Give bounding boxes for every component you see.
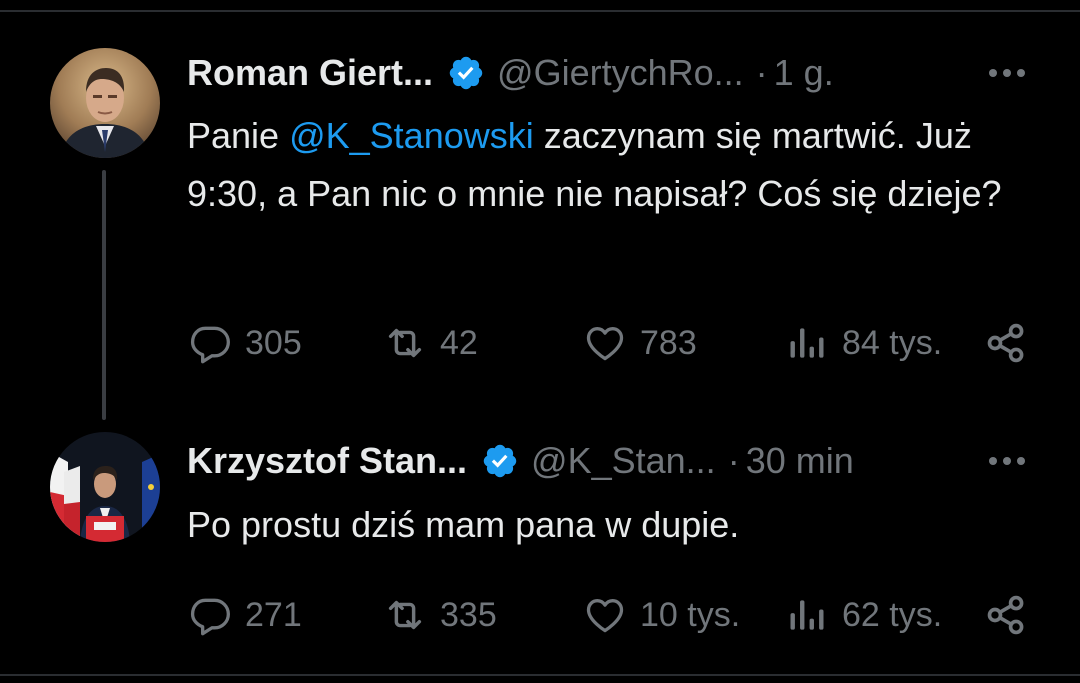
reply-button[interactable]: 305 — [187, 318, 302, 368]
reply-count: 271 — [245, 595, 302, 634]
tweet-actions-bar: 271 335 10 tys. 62 tys. — [187, 590, 1032, 640]
bottom-divider — [0, 674, 1080, 676]
mention-link[interactable]: @K_Stanowski — [289, 115, 534, 156]
avatar[interactable] — [50, 48, 160, 158]
author-name[interactable]: Roman Giert... — [187, 48, 433, 98]
timestamp[interactable]: 1 g. — [774, 48, 834, 98]
views-icon — [784, 592, 830, 638]
more-icon — [989, 69, 1025, 77]
separator-dot: · — [727, 440, 740, 481]
author-handle[interactable]: @GiertychRo... — [497, 48, 744, 98]
share-icon — [987, 595, 1024, 635]
tweet-text: Panie @K_Stanowski zaczynam się martwić.… — [187, 107, 1047, 223]
repost-count: 335 — [440, 595, 497, 634]
repost-icon — [382, 592, 428, 638]
timestamp[interactable]: 30 min — [746, 436, 854, 486]
tweet-text: Po prostu dziś mam pana w dupie. — [187, 504, 740, 545]
author-handle[interactable]: @K_Stan... — [531, 436, 716, 486]
views-icon — [784, 320, 830, 366]
reply-count: 305 — [245, 323, 302, 362]
repost-count: 42 — [440, 323, 478, 362]
reply-icon — [187, 592, 233, 638]
verified-badge-icon — [481, 442, 519, 480]
like-button[interactable]: 10 tys. — [582, 590, 740, 640]
tweet-actions-bar: 305 42 783 84 tys. — [187, 318, 1032, 368]
more-options-button[interactable] — [985, 48, 1029, 98]
more-icon — [989, 457, 1025, 465]
reply-icon — [187, 320, 233, 366]
thread-connector-line — [102, 170, 106, 420]
tweet-header: Krzysztof Stan... @K_Stan... · 30 min — [187, 436, 854, 486]
repost-button[interactable]: 42 — [382, 318, 478, 368]
repost-button[interactable]: 335 — [382, 590, 497, 640]
like-icon — [582, 320, 628, 366]
more-options-button[interactable] — [985, 436, 1029, 486]
views-count: 84 tys. — [842, 323, 943, 362]
reply-button[interactable]: 271 — [187, 590, 302, 640]
verified-badge-icon — [447, 54, 485, 92]
top-divider — [0, 10, 1080, 12]
share-button[interactable] — [983, 318, 1029, 368]
tweet-thread-screenshot: Roman Giert... @GiertychRo... · 1 g. Pan… — [0, 0, 1080, 683]
avatar-portrait-roman — [50, 48, 160, 158]
views-button[interactable]: 62 tys. — [784, 590, 942, 640]
like-count: 10 tys. — [640, 595, 741, 634]
separator-dot: · — [755, 52, 768, 93]
tweet-header: Roman Giert... @GiertychRo... · 1 g. — [187, 48, 834, 98]
views-count: 62 tys. — [842, 595, 943, 634]
share-button[interactable] — [983, 590, 1029, 640]
views-button[interactable]: 84 tys. — [784, 318, 942, 368]
like-count: 783 — [640, 323, 697, 362]
avatar[interactable] — [50, 432, 160, 542]
tweet-text-start: Panie — [187, 115, 290, 156]
like-icon — [582, 592, 628, 638]
like-button[interactable]: 783 — [582, 318, 697, 368]
share-icon — [987, 323, 1024, 363]
avatar-portrait-krzysztof — [50, 432, 160, 542]
author-name[interactable]: Krzysztof Stan... — [187, 436, 467, 486]
repost-icon — [382, 320, 428, 366]
